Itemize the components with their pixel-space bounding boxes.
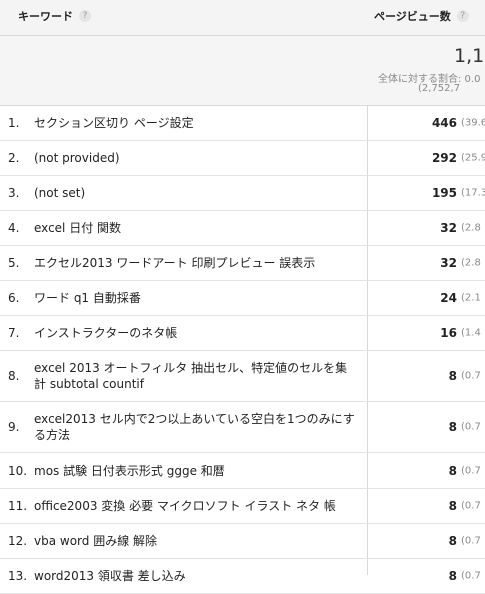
pageviews-value: 8 <box>448 369 457 383</box>
row-number: 7. <box>8 326 20 340</box>
help-icon[interactable]: ? <box>79 10 91 22</box>
pageviews-total: 1,12 <box>454 45 485 67</box>
keyword-link[interactable]: office2003 変換 必要 マイクロソフト イラスト ネタ 帳 <box>34 498 359 514</box>
pageviews-column-header[interactable]: ページビュー数 ? <box>374 8 469 24</box>
table-row: 8. excel 2013 オートフィルタ 抽出セル、特定値のセルを集計 sub… <box>0 351 485 402</box>
row-number: 8. <box>8 369 20 383</box>
keyword-link[interactable]: (not set) <box>34 185 359 201</box>
table-row: 2. (not provided) 292 (25.9 <box>0 141 485 176</box>
pageviews-percent: (17.3 <box>461 187 485 199</box>
pageviews-percent: (2.8 <box>461 257 481 269</box>
table-row: 11. office2003 変換 必要 マイクロソフト イラスト ネタ 帳 8… <box>0 489 485 524</box>
pageviews-value: 195 <box>431 186 457 200</box>
keyword-link[interactable]: (not provided) <box>34 150 359 166</box>
table-row: 5. エクセル2013 ワードアート 印刷プレビュー 誤表示 32 (2.8 <box>0 246 485 281</box>
pageviews-value: 16 <box>440 326 457 340</box>
keyword-link[interactable]: セクション区切り ページ設定 <box>34 115 359 131</box>
row-number: 12. <box>8 534 28 548</box>
keyword-link[interactable]: excel 2013 オートフィルタ 抽出セル、特定値のセルを集計 subtot… <box>34 360 359 392</box>
help-icon[interactable]: ? <box>456 10 469 22</box>
pageviews-value: 32 <box>440 256 457 270</box>
keyword-link[interactable]: word2013 領収書 差し込み <box>34 568 359 584</box>
pageviews-value: 32 <box>440 221 457 235</box>
pageviews-percent: (0.7 <box>461 570 481 582</box>
keyword-link[interactable]: インストラクターのネタ帳 <box>34 325 359 341</box>
pageviews-value: 8 <box>448 463 457 478</box>
table-row: 9. excel2013 セル内で2つ以上あいている空白を1つのみにする方法 8… <box>0 402 485 453</box>
row-number: 10. <box>8 463 28 478</box>
row-number: 2. <box>8 151 20 165</box>
pageviews-value: 8 <box>448 420 457 434</box>
row-number: 11. <box>8 499 28 513</box>
pageviews-value: 446 <box>431 116 457 130</box>
table-row: 13. word2013 領収書 差し込み 8 (0.7 <box>0 559 485 594</box>
row-number: 1. <box>8 116 20 130</box>
pageviews-percent: (0.7 <box>461 421 481 433</box>
pageviews-value: 8 <box>448 499 457 513</box>
keyword-link[interactable]: エクセル2013 ワードアート 印刷プレビュー 誤表示 <box>34 255 359 271</box>
keyword-link[interactable]: excel2013 セル内で2つ以上あいている空白を1つのみにする方法 <box>34 411 359 443</box>
pageviews-header-label[interactable]: ページビュー数 <box>374 8 451 24</box>
table-header: キーワード ? ページビュー数 ? <box>0 0 485 36</box>
table-row: 1. セクション区切り ページ設定 446 (39.6 <box>0 106 485 141</box>
table-row: 6. ワード q1 自動採番 24 (2.1 <box>0 281 485 316</box>
table-row: 7. インストラクターのネタ帳 16 (1.4 <box>0 316 485 351</box>
table-row: 12. vba word 囲み線 解除 8 (0.7 <box>0 524 485 559</box>
keyword-link[interactable]: excel 日付 関数 <box>34 220 359 236</box>
pageviews-percent: (2.8 <box>461 222 481 234</box>
pageviews-percent: (0.7 <box>461 465 481 476</box>
row-number: 6. <box>8 291 20 305</box>
keyword-link[interactable]: ワード q1 自動採番 <box>34 290 359 306</box>
row-number: 4. <box>8 221 20 235</box>
keyword-header-label[interactable]: キーワード <box>18 8 73 24</box>
pageviews-value: 292 <box>431 151 457 165</box>
keyword-report-table: キーワード ? ページビュー数 ? 1,12 全体に対する割合: 0.0 (2,… <box>0 0 485 594</box>
pageviews-percent: (0.7 <box>461 370 481 382</box>
pageviews-percent: (1.4 <box>461 327 481 339</box>
pageviews-percent: (39.6 <box>461 117 485 129</box>
row-number: 9. <box>8 420 20 434</box>
keyword-link[interactable]: mos 試験 日付表示形式 ggge 和暦 <box>34 463 359 479</box>
pageviews-percent: (25.9 <box>461 152 485 164</box>
pageviews-percent: (2.1 <box>461 292 481 304</box>
summary-row: 1,12 全体に対する割合: 0.0 (2,752,7 <box>0 36 485 106</box>
pageviews-percent: (0.7 <box>461 535 481 547</box>
pageviews-value: 8 <box>448 534 457 548</box>
pageviews-percent: (0.7 <box>461 500 481 512</box>
row-number: 3. <box>8 186 20 200</box>
pageviews-value: 8 <box>448 569 457 583</box>
keyword-link[interactable]: vba word 囲み線 解除 <box>34 533 359 549</box>
keyword-column-header[interactable]: キーワード ? <box>18 8 91 24</box>
pageviews-value: 24 <box>440 291 457 305</box>
row-number: 13. <box>8 569 28 583</box>
row-number: 5. <box>8 256 20 270</box>
table-row: 3. (not set) 195 (17.3 <box>0 176 485 211</box>
site-total: (2,752,7 <box>418 83 461 94</box>
table-row: 10. mos 試験 日付表示形式 ggge 和暦 8 (0.7 <box>0 453 485 489</box>
table-row: 4. excel 日付 関数 32 (2.8 <box>0 211 485 246</box>
